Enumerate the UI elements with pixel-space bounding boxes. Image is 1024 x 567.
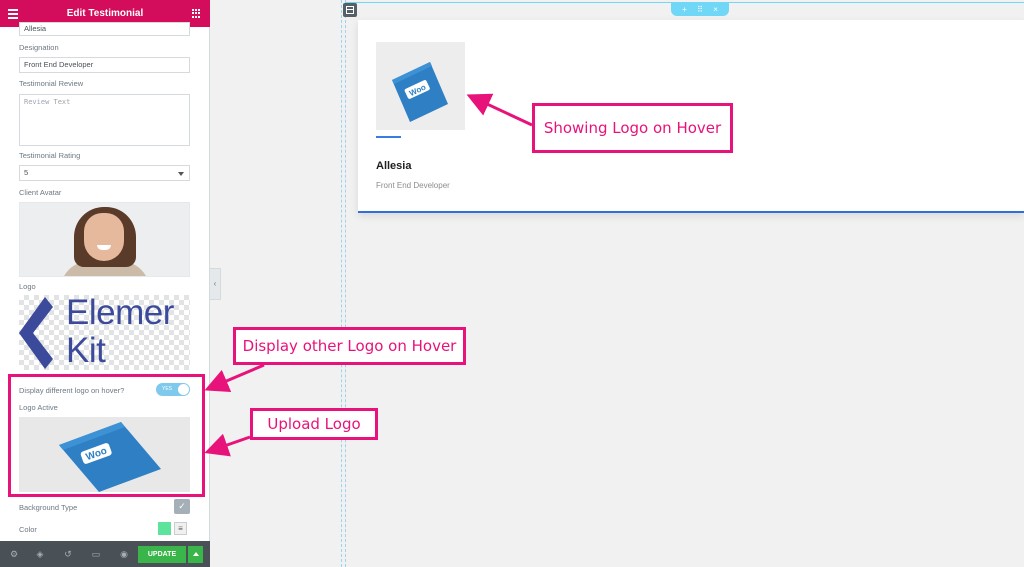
arrow-to-logo-active: [204, 433, 251, 457]
annotation-arrows: [204, 93, 533, 457]
elementor-editor: Edit Testimonial Allesia Designation Fro…: [0, 0, 1024, 567]
arrow-to-toggle: [204, 363, 265, 392]
arrow-to-card-logo: [466, 93, 533, 127]
